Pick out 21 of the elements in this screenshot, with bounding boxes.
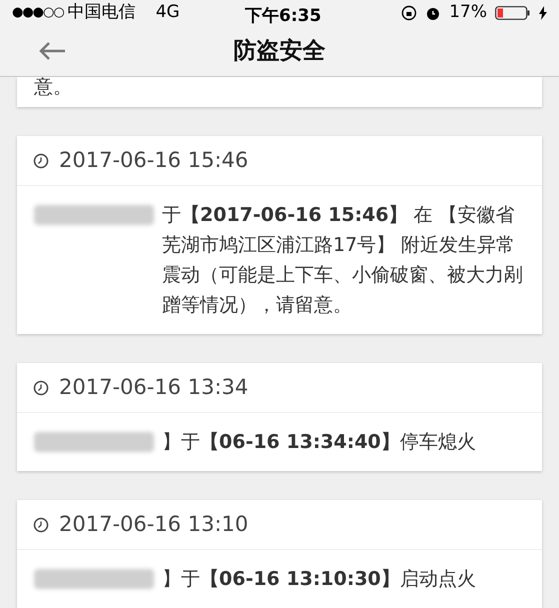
status-time: 下午6:35 — [245, 5, 322, 28]
clock-icon — [33, 380, 49, 396]
event-message: 】于【06-16 13:34:40】停车熄火 — [162, 430, 476, 455]
charging-icon — [539, 6, 547, 20]
page-title: 防盗安全 — [234, 36, 326, 66]
event-message: 意。 — [34, 75, 72, 99]
event-time: 2017-06-16 13:34 — [59, 374, 248, 401]
signal-strength: ●●●○○ — [12, 4, 64, 22]
event-message: 】于【06-16 13:10:30】启动点火 — [162, 567, 476, 592]
event-time: 2017-06-16 13:10 — [59, 510, 248, 538]
alarm-icon — [425, 5, 442, 22]
carrier-name: 中国电信 — [68, 1, 136, 24]
battery-icon — [495, 5, 531, 22]
event-time: 2017-06-16 15:46 — [59, 146, 248, 174]
clock-icon — [33, 152, 49, 168]
battery-percent: 17% — [449, 1, 487, 24]
rotation-lock-icon — [401, 5, 418, 22]
event-message: 于【2017-06-16 15:46】 在 【安徽省芜湖市鸠江区浦江路17号】 附近发生异常震动（可能是上下车、小偷破窗、被大力剐蹭等情况），请留意。 — [162, 203, 524, 318]
network-type: 4G — [156, 1, 180, 24]
back-arrow-icon — [38, 41, 66, 62]
clock-icon — [33, 516, 49, 532]
